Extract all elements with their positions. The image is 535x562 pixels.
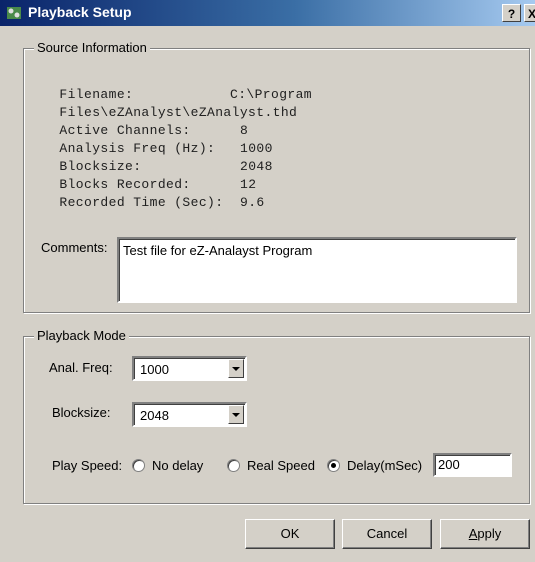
ok-button[interactable]: OK — [245, 519, 335, 549]
radio-delay-msec[interactable] — [327, 459, 340, 472]
cancel-button[interactable]: Cancel — [342, 519, 432, 549]
source-information-legend: Source Information — [34, 40, 150, 55]
blocksize-dropdown[interactable]: 2048 — [132, 402, 247, 427]
radio-no-delay[interactable] — [132, 459, 145, 472]
radio-real-speed[interactable] — [227, 459, 240, 472]
info-value: 8 — [240, 123, 249, 138]
info-row-recorded-time: Recorded Time (Sec): 9.6 — [43, 180, 264, 210]
window-title: Playback Setup — [28, 4, 132, 20]
close-button[interactable]: X — [524, 4, 535, 22]
app-icon — [7, 7, 21, 19]
delay-input[interactable]: 200 — [433, 453, 512, 477]
anal-freq-label: Anal. Freq: — [49, 360, 113, 375]
info-value: 9.6 — [240, 195, 265, 210]
blocksize-value: 2048 — [140, 408, 169, 423]
title-bar: Playback Setup ? X — [0, 0, 535, 26]
help-button[interactable]: ? — [502, 4, 521, 22]
info-label: Recorded Time (Sec): — [59, 195, 224, 210]
anal-freq-value: 1000 — [140, 362, 169, 377]
chevron-down-icon[interactable] — [228, 405, 244, 424]
radio-real-speed-label[interactable]: Real Speed — [247, 458, 315, 473]
radio-no-delay-label[interactable]: No delay — [152, 458, 203, 473]
apply-label: pply — [477, 526, 502, 541]
anal-freq-dropdown[interactable]: 1000 — [132, 356, 247, 381]
radio-delay-msec-label[interactable]: Delay(mSec) — [347, 458, 422, 473]
comments-label: Comments: — [41, 240, 108, 255]
info-value: 2048 — [240, 159, 273, 174]
apply-button[interactable]: Apply — [440, 519, 530, 549]
info-value: 1000 — [240, 141, 273, 156]
blocksize-label: Blocksize: — [52, 405, 111, 420]
comments-textarea[interactable]: Test file for eZ-Analayst Program — [117, 237, 517, 303]
info-value: 12 — [240, 177, 257, 192]
chevron-down-icon[interactable] — [228, 359, 244, 378]
play-speed-label: Play Speed: — [52, 458, 123, 473]
playback-mode-legend: Playback Mode — [34, 328, 129, 343]
